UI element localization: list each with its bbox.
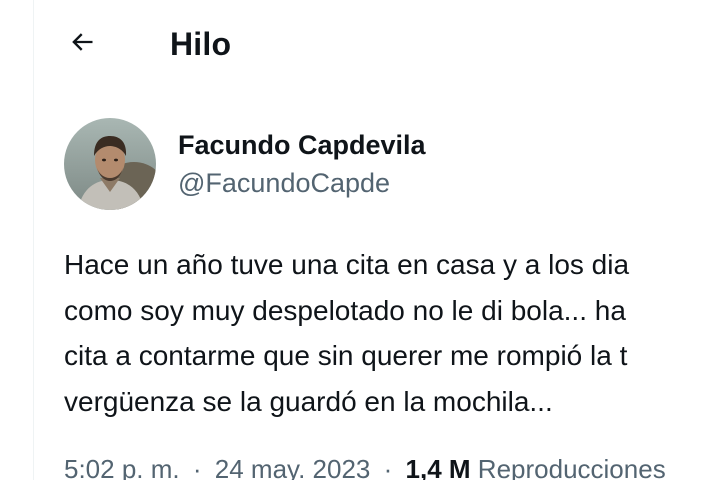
thread-header: Hilo	[34, 0, 720, 90]
tweet-date[interactable]: 24 may. 2023	[215, 454, 371, 480]
views-count: 1,4 M	[405, 454, 471, 480]
tweet-text-line: como soy muy despelotado no le di bola..…	[64, 294, 626, 326]
author-handle[interactable]: @FacundoCapde	[178, 166, 426, 200]
author-display-name[interactable]: Facundo Capdevila	[178, 128, 426, 162]
meta-separator: ·	[192, 454, 202, 480]
tweet-text-line: cita a contarme que sin querer me rompió…	[64, 340, 628, 371]
views-label: Reproducciones	[477, 454, 666, 480]
tweet-text: Hace un año tuve una cita en casa y a lo…	[64, 242, 720, 424]
meta-separator: ·	[383, 454, 393, 480]
back-button[interactable]	[60, 22, 104, 66]
page-title: Hilo	[170, 26, 232, 62]
tweet-text-line: Hace un año tuve una cita en casa y a lo…	[64, 249, 630, 280]
avatar[interactable]	[64, 118, 156, 210]
author-names: Facundo Capdevila @FacundoCapde	[178, 128, 426, 200]
tweet-meta: 5:02 p. m. · 24 may. 2023 · 1,4 M Reprod…	[64, 452, 666, 480]
tweet-time[interactable]: 5:02 p. m.	[64, 454, 180, 480]
tweet-author: Facundo Capdevila @FacundoCapde	[64, 118, 426, 210]
arrow-left-icon	[68, 28, 96, 61]
tweet-text-line: vergüenza se la guardó en la mochila...	[64, 385, 553, 417]
